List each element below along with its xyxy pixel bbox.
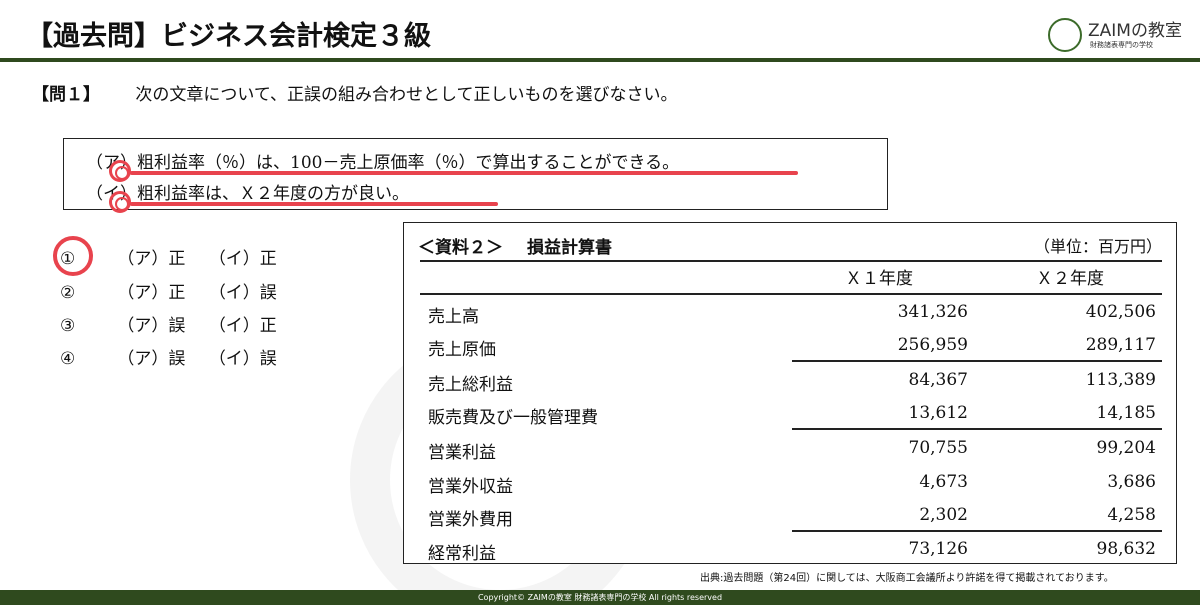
table-title: ＜資料２＞ 損益計算書 [418,233,612,258]
question-number: 【問１】 [32,85,100,105]
choice-b: （イ）正 [208,249,277,269]
choice-a: （ア）正 [117,249,186,269]
choice-item[interactable]: ③ （ア）誤 （イ）正 [60,311,295,336]
logo-subtext: 財務諸表専門の学校 [1090,41,1153,49]
row-value-x1: 256,959 [897,335,968,355]
correct-mark-icon [109,160,131,182]
subtotal-rule [792,360,1162,362]
table-row: 営業外収益 4,673 3,686 [404,466,1178,500]
logo-emblem-icon [1048,18,1082,52]
statements-box: （ア）粗利益率（％）は、100－売上原価率（％）で算出することができる。 （イ）… [63,138,888,213]
row-label: 販売費及び一般管理費 [428,408,598,428]
correct-mark-icon [109,191,131,213]
table-label: ＜資料２＞ [418,238,503,258]
row-value-x2: 289,117 [1085,335,1156,355]
row-value-x1: 2,302 [919,505,968,525]
header-divider [0,58,1200,62]
column-header: Ｘ１年度 [845,269,913,289]
table-row: 販売費及び一般管理費 13,612 14,185 [404,397,1178,431]
table-rule [420,260,1162,262]
row-value-x1: 4,673 [919,472,968,492]
choice-number: ① [60,249,76,269]
statement-a: （ア）粗利益率（％）は、100－売上原価率（％）で算出することができる。 [86,153,680,173]
choice-number: ② [60,283,76,303]
row-value-x2: 113,389 [1085,370,1156,390]
table-unit: （単位：百万円） [1033,237,1162,256]
row-value-x2: 3,686 [1107,472,1156,492]
logo-text: ZAIMの教室 [1088,21,1182,41]
row-label: 営業外収益 [428,477,513,497]
subtotal-rule [792,428,1162,430]
table-row: 経常利益 73,126 98,632 [404,533,1178,567]
row-value-x2: 99,204 [1096,438,1156,458]
income-statement-table: ＜資料２＞ 損益計算書 （単位：百万円） Ｘ１年度 Ｘ２年度 売上高 341,32… [403,222,1177,564]
row-value-x2: 402,506 [1085,302,1156,322]
source-note: 出典:過去問題（第24回）に関しては、大阪商工会議所より許諾を得て掲載されており… [700,573,1114,584]
table-row: 営業利益 70,755 99,204 [404,432,1178,466]
row-value-x1: 84,367 [908,370,968,390]
row-label: 売上総利益 [428,375,513,395]
table-row: 売上総利益 84,367 113,389 [404,364,1178,398]
statement-b: （イ）粗利益率は、Ｘ２年度の方が良い。 [86,184,409,204]
row-label: 経常利益 [428,544,496,564]
table-rule [420,293,1162,295]
row-value-x2: 4,258 [1107,505,1156,525]
subtotal-rule [792,530,1162,532]
column-header: Ｘ２年度 [1036,269,1104,289]
choice-a: （ア）誤 [117,349,186,369]
row-label: 営業外費用 [428,510,513,530]
choice-b: （イ）誤 [208,349,277,369]
table-row: 売上原価 256,959 289,117 [404,329,1178,363]
choice-item[interactable]: ④ （ア）誤 （イ）誤 [60,344,295,369]
row-label: 売上高 [428,307,479,327]
row-value-x1: 341,326 [897,302,968,322]
question: 【問１】 次の文章について、正誤の組み合わせとして正しいものを選びなさい。 [32,80,678,105]
choice-a: （ア）正 [117,283,186,303]
choice-b: （イ）誤 [208,283,277,303]
row-value-x1: 13,612 [908,403,968,423]
question-text: 次の文章について、正誤の組み合わせとして正しいものを選びなさい。 [135,85,678,105]
logo: ZAIMの教室 財務諸表専門の学校 [1048,16,1188,54]
row-label: 売上原価 [428,340,496,360]
choice-number: ④ [60,349,76,369]
row-value-x1: 73,126 [908,539,968,559]
choice-a: （ア）誤 [117,316,186,336]
choice-b: （イ）正 [208,316,277,336]
row-label: 営業利益 [428,443,496,463]
page-title: 【過去問】ビジネス会計検定３級 [26,21,431,52]
choice-item[interactable]: ① （ア）正 （イ）正 [60,244,295,269]
row-value-x2: 98,632 [1096,539,1156,559]
row-value-x2: 14,185 [1096,403,1156,423]
slide: 【過去問】ビジネス会計検定３級 ZAIMの教室 財務諸表専門の学校 【問１】 次… [0,0,1200,605]
table-doc-name: 損益計算書 [527,238,612,258]
footer-copyright: Copyright© ZAIMの教室 財務諸表専門の学校 All rights … [0,590,1200,605]
choice-item[interactable]: ② （ア）正 （イ）誤 [60,278,295,303]
table-row: 営業外費用 2,302 4,258 [404,499,1178,533]
table-row: 売上高 341,326 402,506 [404,296,1178,330]
choice-number: ③ [60,316,76,336]
row-value-x1: 70,755 [908,438,968,458]
